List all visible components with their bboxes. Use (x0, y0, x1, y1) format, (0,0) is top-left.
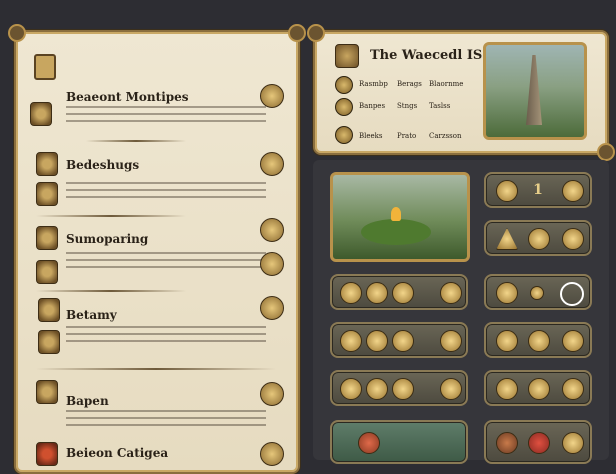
skill-slot-row[interactable] (484, 220, 592, 256)
wing-item-icon[interactable] (392, 330, 414, 352)
helm-stat-icon (335, 76, 353, 94)
rune-item-icon[interactable] (562, 432, 584, 454)
orb-item-icon[interactable] (440, 282, 462, 304)
corner-ornament-icon (307, 24, 325, 42)
selected-slot-ring-icon[interactable] (560, 282, 584, 306)
section-text (66, 104, 266, 126)
section-title: Bedeshugs (66, 158, 140, 172)
coin-item-icon[interactable] (528, 330, 550, 352)
item-slot-row[interactable] (484, 370, 592, 406)
item-slot-row[interactable] (330, 370, 468, 406)
rune-skill-icon[interactable] (496, 180, 518, 202)
rune-medal-icon[interactable] (260, 442, 284, 466)
campfire-icon (391, 207, 401, 221)
rune-medal-icon[interactable] (260, 84, 284, 108)
helmet-icon (30, 102, 52, 126)
rune-medal-icon[interactable] (260, 218, 284, 242)
section-text (66, 250, 266, 272)
dragon-skill-icon[interactable] (562, 180, 584, 202)
rune-item-icon[interactable] (562, 378, 584, 400)
spiral-item-icon[interactable] (496, 378, 518, 400)
tower-landscape-image (483, 42, 587, 140)
stat-label: Stngs (397, 102, 418, 110)
forest-map-slot[interactable] (330, 420, 468, 464)
crest-item-icon[interactable] (366, 330, 388, 352)
grass-mound (361, 219, 431, 245)
flame-item-icon[interactable] (528, 432, 550, 454)
section-text (66, 324, 266, 346)
tower-icon (526, 55, 542, 125)
section-title: Betamy (66, 308, 117, 322)
rune-skill-icon[interactable] (562, 228, 584, 250)
eye-stat-icon (335, 126, 353, 144)
helm-item-icon[interactable] (366, 282, 388, 304)
lantern-icon (34, 54, 56, 80)
mushroom-skill-icon[interactable] (528, 228, 550, 250)
stat-label: Bleeks (359, 132, 383, 140)
item-slot-row[interactable] (484, 274, 592, 310)
ring-item-icon[interactable] (440, 330, 462, 352)
sword-divider (36, 368, 276, 370)
tent-icon (38, 330, 60, 354)
crate-item-icon[interactable] (496, 432, 518, 454)
sword-divider (36, 290, 186, 292)
corner-ornament-icon (288, 24, 306, 42)
spear-divider (86, 140, 186, 142)
gem-item-icon[interactable] (358, 432, 380, 454)
orb-item-icon[interactable] (366, 378, 388, 400)
stat-label: Banpes (359, 102, 386, 110)
leaf-item-icon[interactable] (392, 282, 414, 304)
section-title: Sumoparing (66, 232, 149, 246)
spiral-item-icon[interactable] (340, 330, 362, 352)
section-title: Bapen (66, 394, 109, 408)
corner-ornament-icon (8, 24, 26, 42)
horn-stat-icon (335, 98, 353, 116)
flask-icon (36, 380, 58, 404)
section-text (66, 180, 266, 202)
rune-medal-icon[interactable] (260, 252, 284, 276)
feather-item-icon[interactable] (496, 330, 518, 352)
section-title: Beaeont Montipes (66, 90, 189, 104)
orb-item-icon[interactable] (496, 282, 518, 304)
stat-label: Taslss (429, 102, 451, 110)
knight-icon (36, 152, 58, 176)
sun-item-icon[interactable] (340, 378, 362, 400)
item-slot-row[interactable] (330, 274, 468, 310)
rune-medal-icon[interactable] (260, 152, 284, 176)
knight-icon (36, 182, 58, 206)
skill-slot-row[interactable]: 1 (484, 172, 592, 208)
dot-item-icon[interactable] (530, 286, 544, 300)
meadow-landscape-image (330, 172, 470, 262)
corner-ornament-icon (597, 143, 615, 161)
coin-item-icon[interactable] (440, 378, 462, 400)
orb-item-icon[interactable] (392, 378, 414, 400)
lore-book-panel: Beaeont Montipes Bedeshugs Sumoparing Be… (8, 24, 306, 474)
triangle-skill-icon[interactable] (496, 228, 518, 250)
item-slot-row[interactable] (484, 420, 592, 464)
mage-icon (38, 298, 60, 322)
world-title: The Waecedl IS (370, 48, 483, 63)
fist-emblem-icon (335, 44, 359, 68)
ring-item-icon[interactable] (340, 282, 362, 304)
warrior-icon (36, 226, 58, 250)
fire-gem-icon (36, 442, 58, 466)
yin-yang-item-icon[interactable] (528, 378, 550, 400)
stat-label: Rasmbp (359, 80, 388, 88)
item-slot-row[interactable] (330, 322, 468, 358)
compass-icon[interactable] (260, 382, 284, 406)
item-slot-row[interactable] (484, 322, 592, 358)
stat-label: Berags (397, 80, 422, 88)
section-text (66, 408, 266, 430)
rune-medal-icon[interactable] (260, 296, 284, 320)
stat-label: Blaornme (429, 80, 464, 88)
skill-counter: 1 (533, 182, 543, 198)
stat-label: Prato (397, 132, 417, 140)
world-info-card: The Waecedl IS Rasmbp Berags Blaornme Ba… (307, 24, 615, 161)
ornate-divider (36, 215, 186, 217)
orb-item-icon[interactable] (562, 330, 584, 352)
diamond-emblem-icon (36, 260, 58, 284)
stat-label: Carzsson (429, 132, 462, 140)
